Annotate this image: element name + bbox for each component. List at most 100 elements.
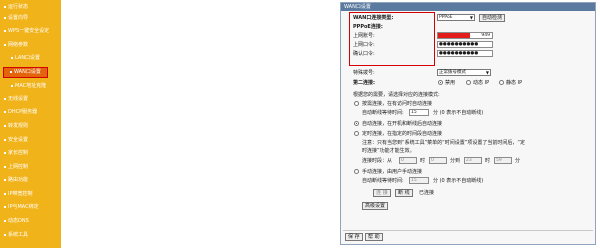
sidebar-item-ip-mac-binding[interactable]: IP与MAC绑定 xyxy=(0,203,61,212)
bullet-icon xyxy=(4,219,6,222)
time-to-minute-input[interactable]: 59 xyxy=(494,157,512,164)
account-value: 949 xyxy=(481,33,490,38)
manual-connect-radio[interactable] xyxy=(354,169,359,174)
sidebar-item-ddns[interactable]: 动态DNS xyxy=(0,217,61,226)
bullet-icon xyxy=(4,124,6,127)
auto-connect-radio[interactable] xyxy=(354,121,359,126)
bullet-icon xyxy=(10,70,12,73)
second-conn-static-ip-radio[interactable] xyxy=(499,80,504,85)
sidebar-item-access-control[interactable]: 上网控制 xyxy=(0,163,61,172)
idle-time-input[interactable]: 15 xyxy=(409,109,429,116)
panel-title: WAN口设置 xyxy=(344,4,371,10)
on-demand-label: 按需连接，在有访问时自动连接 xyxy=(362,101,433,107)
conn-type-select[interactable]: PPPoE ▼ xyxy=(437,14,475,21)
sidebar-item-label: 运行状态 xyxy=(8,4,29,10)
time-from-minute-value: 0 xyxy=(431,158,434,163)
special-dial-select[interactable]: 正常拨号模式 ▼ xyxy=(437,69,491,76)
sidebar-item-label: LAN口设置 xyxy=(15,55,41,61)
bullet-icon xyxy=(4,151,6,154)
sidebar-item-label: 系统工具 xyxy=(8,232,29,238)
password-label: 上网口令: xyxy=(353,42,375,48)
password-value: ●●●●●●●●●● xyxy=(439,42,479,47)
sidebar-item-wps[interactable]: WPS一键安全设定 xyxy=(0,27,61,36)
bullet-icon xyxy=(4,178,6,181)
second-conn-label: 第二连接: xyxy=(353,80,375,86)
sidebar-item-label: 无线设置 xyxy=(8,96,29,102)
timed-connect-label: 定时连接，在指定的时间段自动连接 xyxy=(362,131,443,137)
sidebar-nav: 运行状态 设置向导 WPS一键安全设定 网络参数 LAN口设置 WAN口设置 M… xyxy=(0,0,61,248)
manual-idle-time-input[interactable]: 15 xyxy=(409,177,429,184)
unit-minute-label: 分 xyxy=(515,158,521,164)
password-input[interactable]: ●●●●●●●●●● xyxy=(437,41,493,48)
second-conn-dynamic-ip-radio[interactable] xyxy=(466,80,471,85)
sidebar-item-mac-clone[interactable]: MAC地址克隆 xyxy=(0,82,61,91)
advanced-settings-button[interactable]: 高级设置 xyxy=(362,202,389,210)
save-button[interactable]: 保 存 xyxy=(345,233,363,241)
sidebar-item-lan[interactable]: LAN口设置 xyxy=(0,54,61,63)
sidebar-item-forwarding[interactable]: 转发规则 xyxy=(0,122,61,131)
sidebar-item-wan[interactable]: WAN口设置 xyxy=(3,67,48,78)
help-button[interactable]: 帮 助 xyxy=(365,233,383,241)
timed-connect-radio[interactable] xyxy=(354,131,359,136)
time-to-hour-value: 23 xyxy=(466,158,472,163)
confirm-password-input[interactable]: ●●●●●●●●●● xyxy=(437,50,493,57)
confirm-password-value: ●●●●●●●●●● xyxy=(439,51,479,56)
sidebar-item-label: WAN口设置 xyxy=(14,69,41,75)
time-to-hour-input[interactable]: 23 xyxy=(464,157,482,164)
timed-note-line-2: 时连接”功能才能生效。 xyxy=(362,148,415,154)
redaction-mark xyxy=(438,33,470,38)
sidebar-item-label: 设置向导 xyxy=(8,15,29,21)
second-conn-dynamic-ip-label: 动态 IP xyxy=(473,80,490,86)
on-demand-radio[interactable] xyxy=(354,101,359,106)
special-dial-label: 特殊拨号: xyxy=(353,70,375,76)
sidebar-item-routing[interactable]: 路由功能 xyxy=(0,176,61,185)
second-conn-disabled-radio[interactable] xyxy=(438,80,443,85)
unit-hour-label: 时 xyxy=(485,158,491,164)
time-from-hour-input[interactable]: 0 xyxy=(399,157,417,164)
sidebar-item-label: 动态DNS xyxy=(8,218,29,224)
timed-note-line-1: 注意：只有当您到“系统工具”菜单的“时间设置”项设置了当前时间后，“定 xyxy=(362,140,525,146)
connection-status: 已连接 xyxy=(419,190,435,196)
time-from-hour-value: 0 xyxy=(401,158,404,163)
timed-period-label: 连接时段：从 xyxy=(362,158,393,164)
sidebar-item-parental[interactable]: 家长控制 xyxy=(0,149,61,158)
conn-type-label: WAN口连接类型: xyxy=(353,15,394,21)
sidebar-item-bandwidth[interactable]: IP带宽控制 xyxy=(0,190,61,199)
bullet-icon xyxy=(4,138,6,141)
manual-connect-label: 手动连接，由用户手动连接 xyxy=(362,169,423,175)
bullet-icon xyxy=(4,29,6,32)
second-conn-disabled-label: 禁用 xyxy=(445,80,456,86)
idle-time-value: 15 xyxy=(411,110,417,115)
sidebar-item-wizard[interactable]: 设置向导 xyxy=(0,14,61,23)
time-from-minute-input[interactable]: 0 xyxy=(429,157,447,164)
divider xyxy=(343,230,593,231)
sidebar-item-label: DHCP服务器 xyxy=(8,109,38,115)
sidebar-item-wireless[interactable]: 无线设置 xyxy=(0,95,61,104)
sidebar-item-label: 转发规则 xyxy=(8,123,29,129)
special-dial-value: 正常拨号模式 xyxy=(439,70,466,75)
second-conn-static-ip-label: 静态 IP xyxy=(506,80,523,86)
sidebar-item-dhcp[interactable]: DHCP服务器 xyxy=(0,108,61,117)
unit-minute-to-label: 分到 xyxy=(450,158,461,164)
conn-type-value: PPPoE xyxy=(439,15,453,20)
chevron-down-icon: ▼ xyxy=(469,15,473,20)
manual-idle-time-hint: 分 (0 表示不自动断线) xyxy=(433,178,484,184)
sidebar-item-label: 安全设置 xyxy=(8,137,29,143)
sidebar-item-label: 路由功能 xyxy=(8,177,29,183)
sidebar-item-label: MAC地址克隆 xyxy=(15,83,47,89)
disconnect-button[interactable]: 断 线 xyxy=(395,189,413,197)
idle-time-hint: 分 (0 表示不自动断线) xyxy=(433,110,484,116)
auto-connect-label: 自动连接，在开机和断线后自动连接 xyxy=(362,121,443,127)
sidebar-item-status[interactable]: 运行状态 xyxy=(0,3,61,12)
sidebar-item-network[interactable]: 网络参数 xyxy=(0,41,61,50)
bullet-icon xyxy=(4,5,6,8)
bullet-icon xyxy=(11,56,13,59)
sidebar-item-security[interactable]: 安全设置 xyxy=(0,136,61,145)
bullet-icon xyxy=(4,110,6,113)
bullet-icon xyxy=(11,84,13,87)
auto-detect-button[interactable]: 自动检测 xyxy=(479,14,506,22)
manual-idle-time-value: 15 xyxy=(411,178,417,183)
unit-hour-label: 时 xyxy=(420,158,426,164)
connect-button[interactable]: 连 接 xyxy=(373,189,391,197)
sidebar-item-system-tools[interactable]: 系统工具 xyxy=(0,231,61,240)
